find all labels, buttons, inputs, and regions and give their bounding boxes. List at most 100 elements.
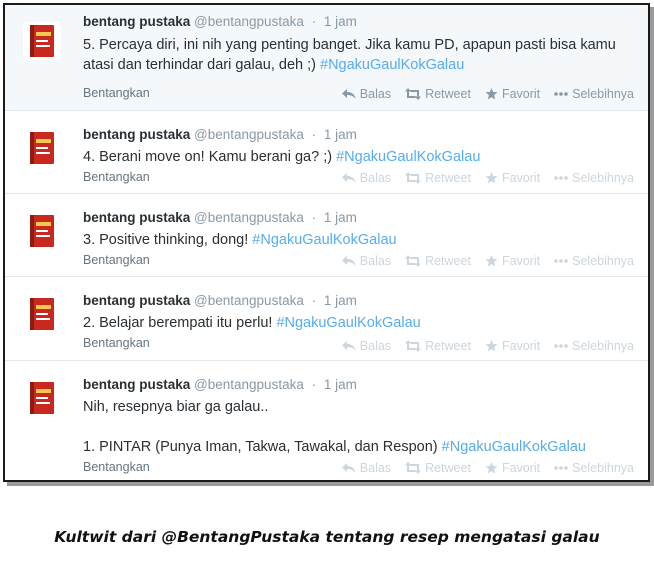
reply-button[interactable]: Balas <box>341 87 392 101</box>
retweet-button[interactable]: Retweet <box>405 339 471 353</box>
retweet-button[interactable]: Retweet <box>405 171 471 185</box>
reply-icon <box>341 340 356 352</box>
tweet-body-line: 1. PINTAR (Punya Iman, Takwa, Tawakal, d… <box>83 437 638 457</box>
retweet-icon <box>405 462 422 474</box>
reply-label: Balas <box>359 461 392 475</box>
tweet-body: Nih, resepnya biar ga galau.. <box>83 399 269 415</box>
reply-button[interactable]: Balas <box>341 461 392 475</box>
figure-caption: Kultwit dari @BentangPustaka tentang res… <box>54 528 600 546</box>
book-avatar-icon[interactable] <box>23 129 61 167</box>
tweet-body: 2. Belajar berempati itu perlu! <box>83 315 273 331</box>
tweet-actions: Balas Retweet Favorit Selebihnya <box>328 171 634 185</box>
star-icon <box>485 340 498 352</box>
user-name[interactable]: bentang pustaka <box>83 14 190 29</box>
hashtag-link[interactable]: #NgakuGaulKokGalau <box>276 315 420 331</box>
book-avatar-icon[interactable] <box>23 22 61 60</box>
reply-label: Balas <box>359 87 392 101</box>
favorite-label: Favorit <box>501 254 541 268</box>
retweet-button[interactable]: Retweet <box>405 254 471 268</box>
hashtag-link[interactable]: #NgakuGaulKokGalau <box>320 57 464 73</box>
timestamp[interactable]: 1 jam <box>324 293 357 308</box>
user-handle[interactable]: @bentangpustaka <box>194 210 304 225</box>
retweet-label: Retweet <box>425 254 471 268</box>
timestamp[interactable]: 1 jam <box>324 127 357 142</box>
retweet-icon <box>405 88 422 100</box>
retweet-label: Retweet <box>425 87 471 101</box>
reply-label: Balas <box>359 171 392 185</box>
expand-link[interactable]: Bentangkan <box>83 460 150 474</box>
favorite-button[interactable]: Favorit <box>485 171 540 185</box>
hashtag-link[interactable]: #NgakuGaulKokGalau <box>336 149 480 165</box>
reply-label: Balas <box>359 339 392 353</box>
tweet-text: 4. Berani move on! Kamu berani ga? ;) #N… <box>83 147 638 167</box>
user-name[interactable]: bentang pustaka <box>83 377 190 392</box>
user-name[interactable]: bentang pustaka <box>83 210 190 225</box>
hashtag-link[interactable]: #NgakuGaulKokGalau <box>252 232 396 248</box>
tweet-header: bentang pustaka @bentangpustaka · 1 jam <box>83 127 357 142</box>
more-label: Selebihnya <box>572 171 634 185</box>
user-handle[interactable]: @bentangpustaka <box>194 14 304 29</box>
reply-icon <box>341 255 356 267</box>
expand-link[interactable]: Bentangkan <box>83 170 150 184</box>
expand-link[interactable]: Bentangkan <box>83 86 150 100</box>
timestamp[interactable]: 1 jam <box>324 210 357 225</box>
tweet-text: 2. Belajar berempati itu perlu! #NgakuGa… <box>83 313 638 333</box>
separator: · <box>311 293 317 308</box>
timestamp[interactable]: 1 jam <box>324 377 357 392</box>
separator: · <box>311 14 317 29</box>
hashtag-link[interactable]: #NgakuGaulKokGalau <box>442 439 586 455</box>
star-icon <box>485 172 498 184</box>
expand-link[interactable]: Bentangkan <box>83 336 150 350</box>
reply-icon <box>341 88 356 100</box>
reply-button[interactable]: Balas <box>341 254 392 268</box>
user-handle[interactable]: @bentangpustaka <box>194 127 304 142</box>
tweet-body: 4. Berani move on! Kamu berani ga? ;) <box>83 149 333 165</box>
retweet-icon <box>405 340 422 352</box>
book-avatar-icon[interactable] <box>23 212 61 250</box>
separator: · <box>311 127 317 142</box>
more-button[interactable]: Selebihnya <box>554 339 634 353</box>
book-avatar-icon[interactable] <box>23 295 61 333</box>
ellipsis-icon <box>554 466 568 470</box>
tweet-item[interactable]: bentang pustaka @bentangpustaka · 1 jam … <box>5 5 648 111</box>
favorite-button[interactable]: Favorit <box>485 254 540 268</box>
retweet-button[interactable]: Retweet <box>405 461 471 475</box>
user-handle[interactable]: @bentangpustaka <box>194 377 304 392</box>
ellipsis-icon <box>554 344 568 348</box>
book-avatar-icon[interactable] <box>23 379 61 417</box>
reply-button[interactable]: Balas <box>341 171 392 185</box>
retweet-label: Retweet <box>425 171 471 185</box>
tweet-item[interactable]: bentang pustaka @bentangpustaka · 1 jam … <box>5 277 648 361</box>
separator: · <box>311 377 317 392</box>
star-icon <box>485 462 498 474</box>
user-name[interactable]: bentang pustaka <box>83 127 190 142</box>
tweet-timeline: bentang pustaka @bentangpustaka · 1 jam … <box>3 3 650 482</box>
retweet-label: Retweet <box>425 339 471 353</box>
user-handle[interactable]: @bentangpustaka <box>194 293 304 308</box>
tweet-item[interactable]: bentang pustaka @bentangpustaka · 1 jam … <box>5 111 648 194</box>
reply-icon <box>341 462 356 474</box>
favorite-label: Favorit <box>501 339 541 353</box>
expand-link[interactable]: Bentangkan <box>83 253 150 267</box>
retweet-icon <box>405 255 422 267</box>
more-button[interactable]: Selebihnya <box>554 87 634 101</box>
tweet-actions: Balas Retweet Favorit Selebihnya <box>328 339 634 353</box>
tweet-body: 3. Positive thinking, dong! <box>83 232 249 248</box>
tweet-actions: Balas Retweet Favorit Selebihnya <box>328 87 634 101</box>
tweet-item[interactable]: bentang pustaka @bentangpustaka · 1 jam … <box>5 194 648 277</box>
reply-label: Balas <box>359 254 392 268</box>
retweet-button[interactable]: Retweet <box>405 87 471 101</box>
favorite-button[interactable]: Favorit <box>485 461 540 475</box>
retweet-label: Retweet <box>425 461 471 475</box>
favorite-button[interactable]: Favorit <box>485 339 540 353</box>
more-button[interactable]: Selebihnya <box>554 254 634 268</box>
tweet-item[interactable]: bentang pustaka @bentangpustaka · 1 jam … <box>5 361 648 480</box>
user-name[interactable]: bentang pustaka <box>83 293 190 308</box>
star-icon <box>485 255 498 267</box>
timestamp[interactable]: 1 jam <box>324 14 357 29</box>
more-button[interactable]: Selebihnya <box>554 171 634 185</box>
tweet-text: Nih, resepnya biar ga galau.. 1. PINTAR … <box>83 397 638 457</box>
favorite-button[interactable]: Favorit <box>485 87 540 101</box>
more-button[interactable]: Selebihnya <box>554 461 634 475</box>
reply-button[interactable]: Balas <box>341 339 392 353</box>
